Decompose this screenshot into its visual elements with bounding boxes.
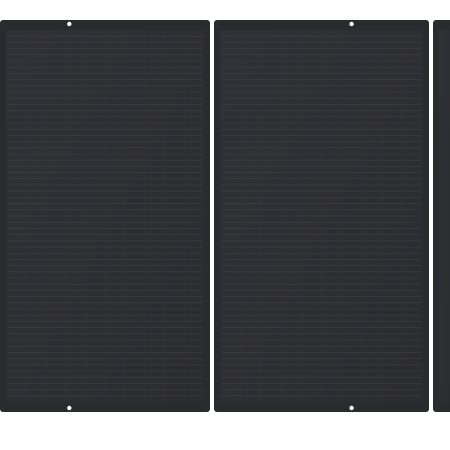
solar-panel-right-edge	[433, 20, 450, 412]
solar-panel-left	[0, 20, 210, 412]
solar-panel-illustration	[0, 0, 450, 450]
grommet-icon	[67, 405, 72, 411]
panel-surface	[439, 30, 450, 402]
grommet-icon	[349, 405, 354, 411]
grommet-icon	[349, 21, 354, 27]
product-image	[0, 0, 450, 450]
grommet-icon	[67, 21, 72, 27]
solar-panel-middle	[214, 20, 429, 412]
panels-group	[0, 20, 450, 412]
